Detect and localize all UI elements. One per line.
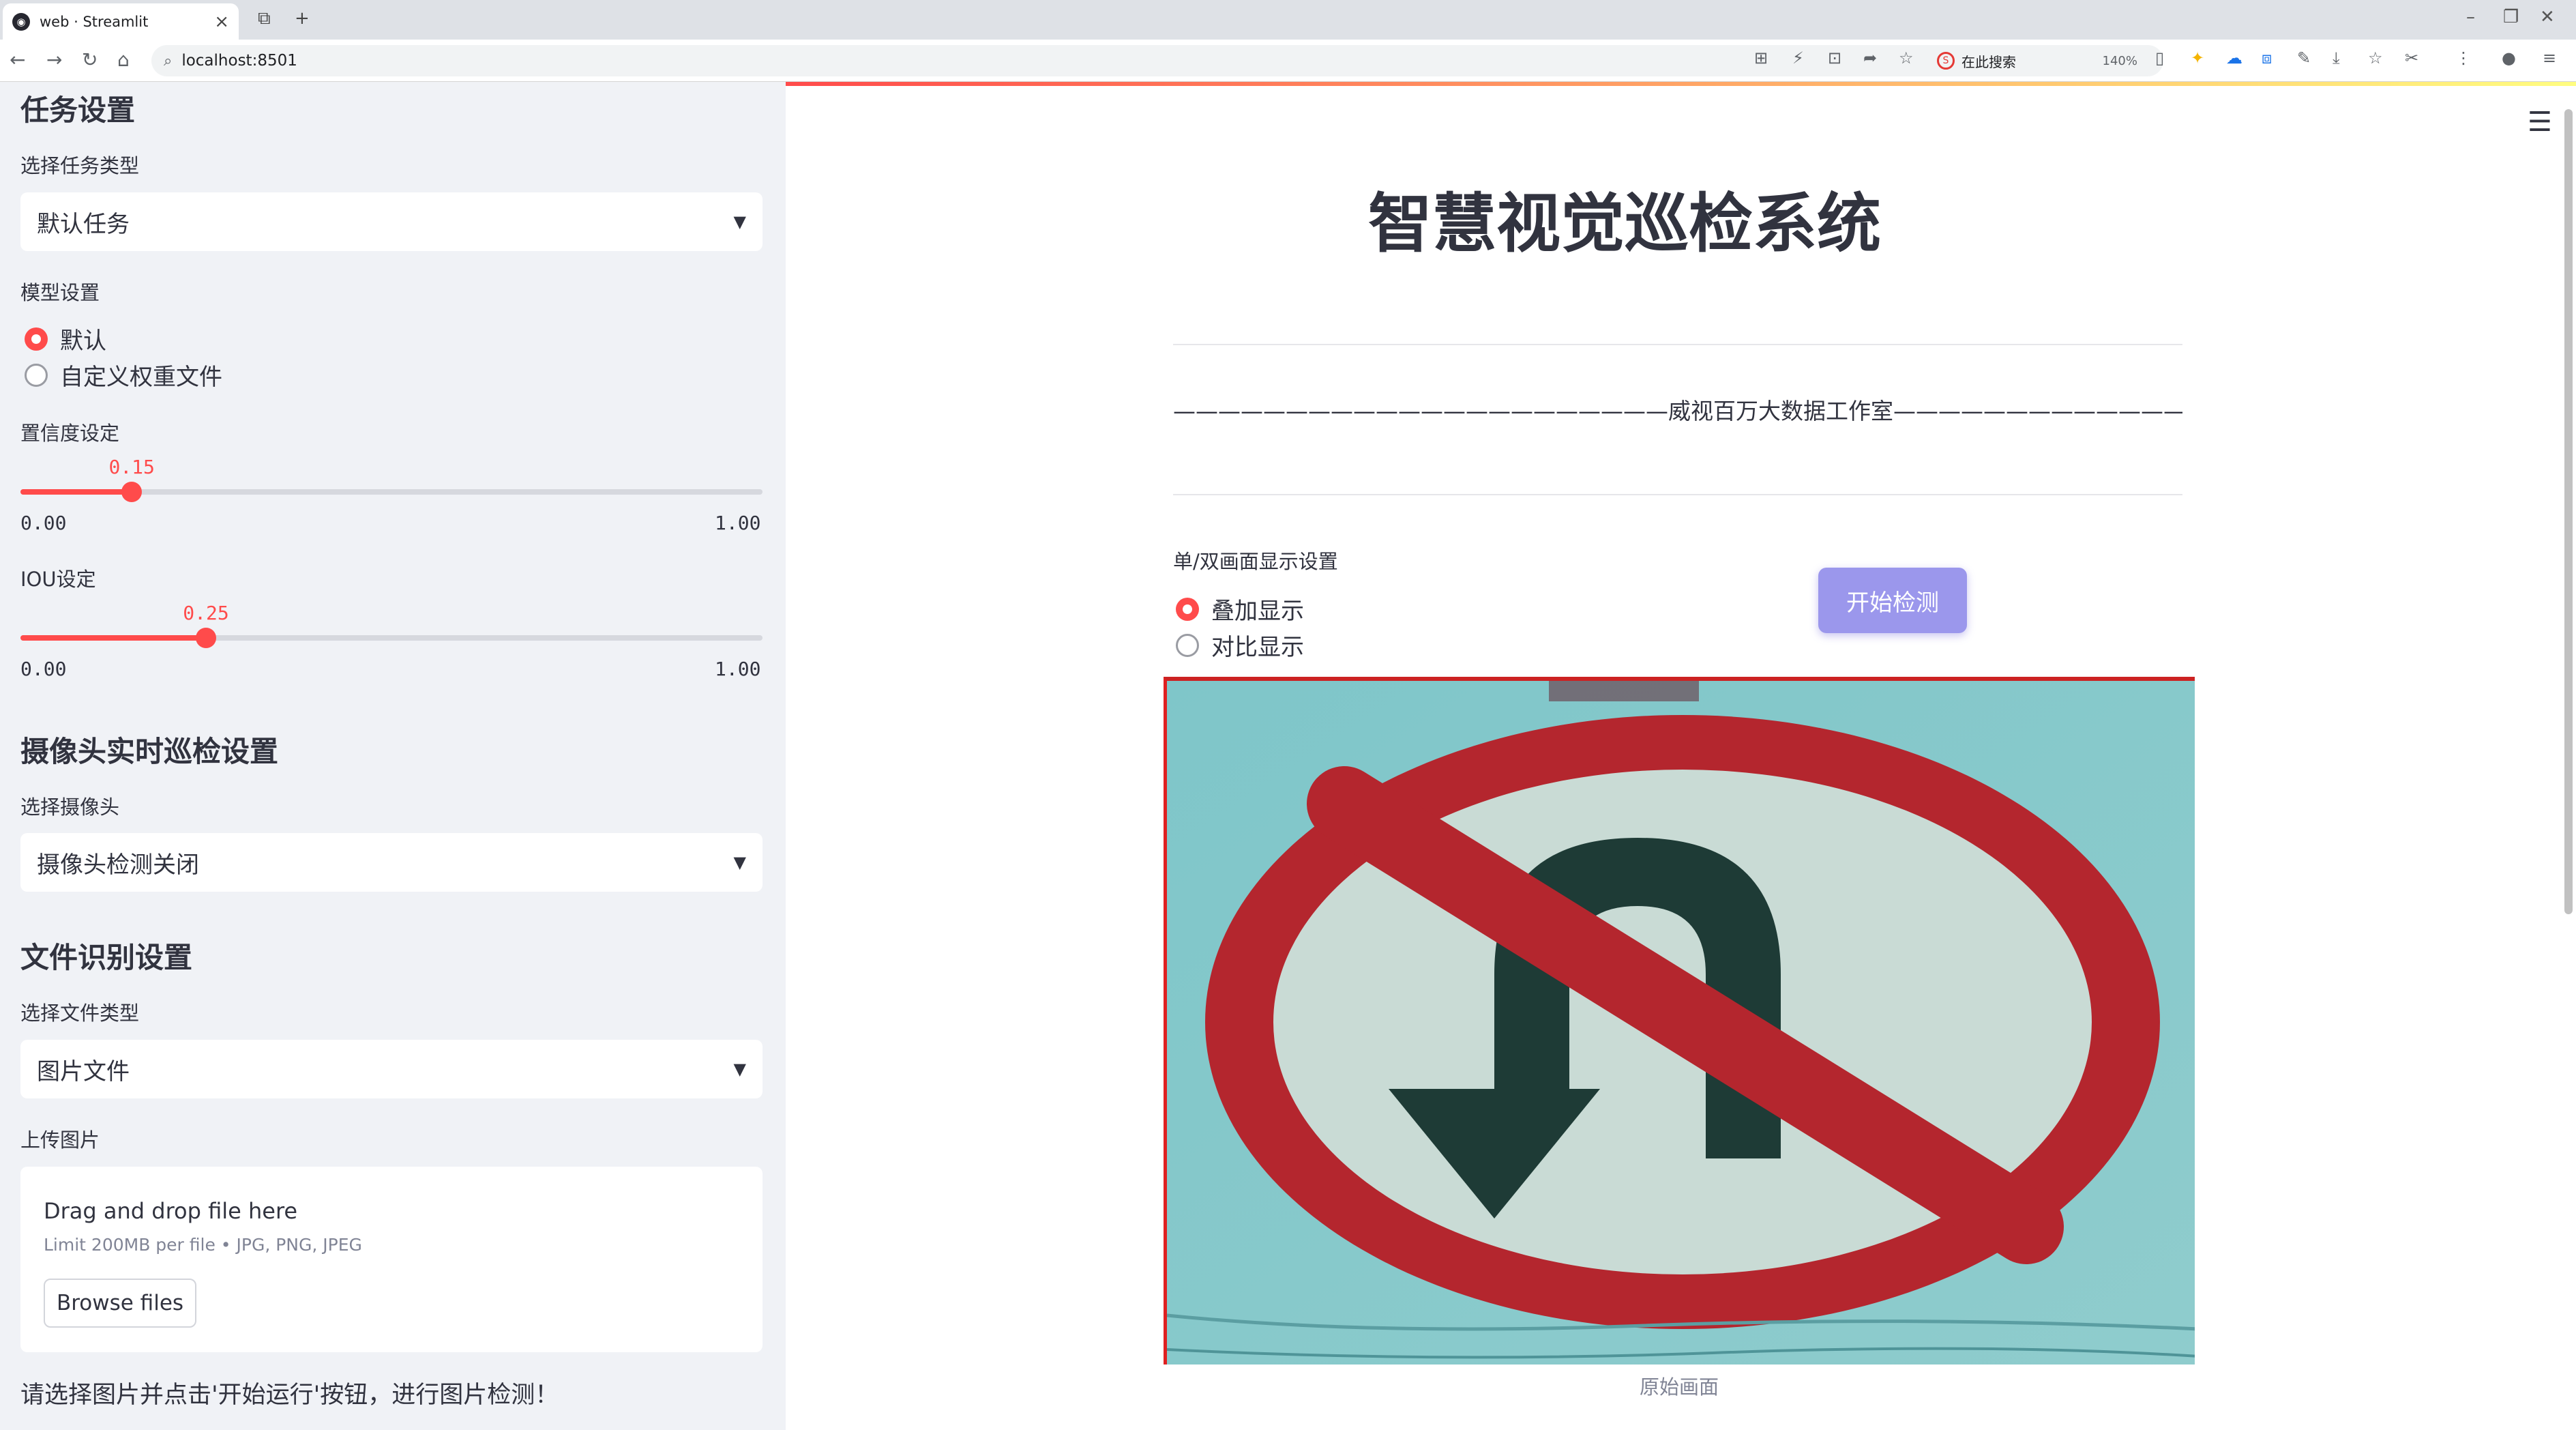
model-option-custom: 自定义权重文件	[60, 364, 222, 391]
task-settings-heading: 任务设置	[20, 93, 136, 127]
bookmark-star-icon[interactable]: ☆	[1899, 48, 1914, 68]
iou-slider-thumb[interactable]	[196, 628, 216, 648]
url-input[interactable]: ⌕ localhost:8501 140%	[151, 45, 2163, 76]
file-type-value: 图片文件	[37, 1057, 130, 1085]
page-title: 智慧视觉巡检系统	[1367, 187, 1881, 261]
iou-value: 0.25	[183, 602, 229, 624]
screenshot-icon[interactable]: ⊡	[1828, 48, 1841, 68]
favorites-icon[interactable]: ☆	[2368, 48, 2383, 68]
camera-select[interactable]: 摄像头检测关闭 ▼	[20, 833, 763, 892]
browser-tab[interactable]: ◉ web · Streamlit ×	[3, 3, 239, 40]
close-window-icon[interactable]: ✕	[2540, 7, 2555, 27]
more-vertical-icon[interactable]: ⋮	[2455, 48, 2472, 68]
page-info-icon[interactable]: ⌕	[164, 53, 172, 70]
radio-unselected-icon	[1176, 633, 1199, 657]
divider	[1173, 494, 2182, 495]
display-option-compare: 对比显示	[1211, 634, 1304, 661]
confidence-value: 0.15	[108, 456, 155, 478]
task-type-value: 默认任务	[37, 210, 130, 238]
radio-unselected-icon	[25, 363, 48, 387]
tab-title: web · Streamlit	[40, 13, 149, 30]
extension-draw-icon[interactable]: ✎	[2297, 48, 2311, 68]
download-icon[interactable]: ⤓	[2333, 48, 2340, 68]
close-tab-icon[interactable]: ×	[214, 12, 229, 32]
search-placeholder: 在此搜索	[1961, 53, 2016, 70]
header-decoration	[786, 82, 2576, 86]
file-uploader-dropzone[interactable]: Drag and drop file here Limit 200MB per …	[20, 1167, 763, 1352]
start-detection-button[interactable]: 开始检测	[1818, 568, 1967, 633]
radio-selected-icon	[1176, 597, 1199, 621]
instruction-text: 请选择图片并点击'开始运行'按钮，进行图片检测！	[20, 1382, 559, 1409]
main-content: ☰ 智慧视觉巡检系统 ——————————————————————威视百万大数据…	[786, 82, 2576, 1430]
browser-tab-bar: ◉ web · Streamlit × ⧉ + – ❐ ✕	[0, 0, 2576, 40]
display-option-overlay: 叠加显示	[1211, 598, 1304, 625]
iou-label: IOU设定	[20, 568, 96, 591]
studio-line: ——————————————————————威视百万大数据工作室————————…	[1173, 398, 2182, 424]
confidence-min: 0.00	[20, 512, 67, 534]
browse-files-button[interactable]: Browse files	[44, 1279, 196, 1328]
no-u-turn-sign-image	[1167, 681, 2195, 1365]
divider	[1173, 344, 2182, 345]
search-engine-field[interactable]: S 在此搜索	[1937, 46, 2142, 75]
display-radio-compare[interactable]: 对比显示	[1176, 628, 1304, 662]
confidence-label: 置信度设定	[20, 422, 120, 445]
image-caption: 原始画面	[1639, 1375, 1719, 1399]
scrollbar[interactable]	[2564, 109, 2573, 914]
upload-limit-text: Limit 200MB per file • JPG, PNG, JPEG	[44, 1235, 362, 1255]
sidebar: 任务设置 选择任务类型 默认任务 ▼ 模型设置 默认 自定义权重文件 置信度设定…	[0, 82, 786, 1430]
tab-groups-icon[interactable]: ⧉	[258, 8, 271, 29]
home-icon[interactable]: ⌂	[117, 48, 130, 71]
task-type-select[interactable]: 默认任务 ▼	[20, 192, 763, 251]
chevron-down-icon: ▼	[733, 853, 746, 872]
address-bar: ← → ↻ ⌂ ⌕ localhost:8501 140% ⊞ ⚡ ⊡ ➦ ☆ …	[0, 40, 2576, 82]
extension-translate-icon[interactable]: ⧈	[2262, 48, 2272, 68]
model-radio-custom[interactable]: 自定义权重文件	[25, 358, 222, 392]
main-menu-icon[interactable]: ☰	[2528, 106, 2552, 138]
model-radio-default[interactable]: 默认	[25, 322, 106, 355]
profile-avatar-icon[interactable]: ●	[2502, 48, 2516, 68]
file-type-select[interactable]: 图片文件 ▼	[20, 1040, 763, 1098]
iou-max: 1.00	[715, 658, 761, 680]
display-radio-overlay[interactable]: 叠加显示	[1176, 592, 1304, 626]
model-settings-label: 模型设置	[20, 281, 100, 304]
upload-drag-text: Drag and drop file here	[44, 1198, 298, 1224]
minimize-icon[interactable]: –	[2466, 7, 2475, 27]
reload-icon[interactable]: ↻	[82, 48, 98, 71]
task-type-label: 选择任务类型	[20, 154, 140, 177]
flash-icon[interactable]: ⚡	[1792, 48, 1804, 68]
confidence-slider[interactable]	[20, 482, 763, 502]
streamlit-favicon-icon: ◉	[12, 12, 30, 31]
camera-settings-heading: 摄像头实时巡检设置	[20, 735, 279, 768]
iou-slider[interactable]	[20, 628, 763, 648]
confidence-slider-thumb[interactable]	[121, 482, 143, 502]
camera-value: 摄像头检测关闭	[37, 851, 199, 879]
original-image	[1164, 677, 2195, 1365]
confidence-slider-fill	[20, 489, 132, 495]
forward-icon[interactable]: →	[46, 48, 62, 71]
model-option-default: 默认	[60, 327, 106, 355]
iou-min: 0.00	[20, 658, 67, 680]
display-settings-label: 单/双画面显示设置	[1173, 550, 1338, 573]
search-engine-icon: S	[1937, 52, 1955, 70]
file-settings-heading: 文件识别设置	[20, 941, 193, 974]
iou-slider-fill	[20, 635, 206, 641]
url-text: localhost:8501	[181, 52, 297, 70]
chevron-down-icon: ▼	[733, 212, 746, 231]
file-type-label: 选择文件类型	[20, 1002, 140, 1025]
radio-selected-icon	[25, 327, 48, 351]
cut-icon[interactable]: ✂	[2405, 48, 2418, 68]
menu-icon[interactable]: ≡	[2543, 48, 2556, 68]
phone-icon[interactable]: ▯	[2155, 48, 2164, 68]
confidence-max: 1.00	[715, 512, 761, 534]
extension-cloud-icon[interactable]: ☁	[2226, 48, 2242, 68]
chevron-down-icon: ▼	[733, 1060, 746, 1079]
camera-label: 选择摄像头	[20, 796, 120, 819]
translate-icon[interactable]: ⊞	[1754, 48, 1768, 68]
share-icon[interactable]: ➦	[1863, 48, 1877, 68]
new-tab-icon[interactable]: +	[295, 8, 310, 29]
extension-star-icon[interactable]: ✦	[2191, 48, 2204, 68]
back-icon[interactable]: ←	[10, 48, 25, 71]
upload-label: 上传图片	[20, 1128, 100, 1152]
restore-icon[interactable]: ❐	[2503, 7, 2519, 27]
